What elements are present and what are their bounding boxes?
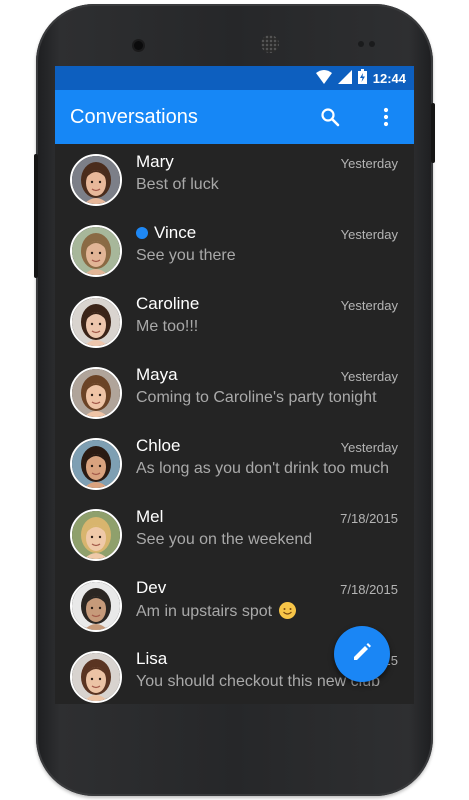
volume-button <box>34 154 38 278</box>
proximity-sensor <box>358 41 364 47</box>
avatar <box>70 296 122 348</box>
light-sensor <box>369 41 375 47</box>
message-date: Yesterday <box>340 440 398 455</box>
status-time: 12:44 <box>372 70 406 86</box>
avatar <box>70 509 122 561</box>
wifi-icon <box>315 69 332 87</box>
message-text: As long as you don't drink too much <box>136 460 389 477</box>
conversation-row[interactable]: Maya Yesterday Coming to Caroline's party … <box>55 357 414 428</box>
avatar <box>70 225 122 277</box>
message-text: See you there <box>136 247 236 264</box>
avatar <box>70 367 122 419</box>
power-button <box>431 103 435 163</box>
message-preview: Best of luck <box>136 176 398 194</box>
conversation-row[interactable]: Caroline Yesterday Me too!!! <box>55 286 414 357</box>
name-line: Vince <box>136 223 196 243</box>
name-line: Caroline <box>136 294 199 314</box>
message-preview: See you there <box>136 247 398 265</box>
name-line: Maya <box>136 365 178 385</box>
contact-name: Lisa <box>136 649 168 668</box>
status-bar: 12:44 <box>55 66 414 90</box>
message-text: Me too!!! <box>136 318 199 335</box>
message-text: Am in upstairs spot <box>136 603 273 620</box>
conversation-row[interactable]: Mel 7/18/2015 See you on the weekend <box>55 499 414 570</box>
message-preview: Coming to Caroline's party tonight <box>136 389 398 407</box>
conversation-row[interactable]: Chloe Yesterday As long as you don't drink… <box>55 428 414 499</box>
contact-name: Dev <box>136 578 167 597</box>
message-preview: Me too!!! <box>136 318 398 336</box>
message-date: Yesterday <box>340 227 398 242</box>
message-text: Coming to Caroline's party tonight <box>136 389 377 406</box>
name-line: Chloe <box>136 436 180 456</box>
message-preview: As long as you don't drink too much <box>136 460 398 478</box>
compose-button[interactable] <box>334 626 390 682</box>
message-text: Best of luck <box>136 176 219 193</box>
earpiece-speaker <box>261 35 279 53</box>
conversation-row[interactable]: Mary Yesterday Best of luck <box>55 144 414 215</box>
conversation-row[interactable]: Vince Yesterday See you there <box>55 215 414 286</box>
message-preview: See you on the weekend <box>136 531 398 549</box>
search-icon[interactable] <box>310 97 350 137</box>
contact-name: Chloe <box>136 436 181 455</box>
contact-name: Mary <box>136 152 174 171</box>
contact-name: Caroline <box>136 294 200 313</box>
message-date: 7/18/2015 <box>340 582 398 597</box>
contact-name: Mel <box>136 507 164 526</box>
battery-charging-icon <box>357 69 367 87</box>
avatar <box>70 580 122 632</box>
signal-icon <box>337 69 352 87</box>
avatar <box>70 438 122 490</box>
app-bar: Conversations <box>55 90 414 144</box>
smiling-face-icon <box>278 602 296 619</box>
more-vertical-icon[interactable] <box>366 97 406 137</box>
message-date: Yesterday <box>340 156 398 171</box>
unread-indicator <box>136 227 148 239</box>
name-line: Dev <box>136 578 166 598</box>
screen: 12:44 Conversations Mary Yesterday Best of… <box>55 66 414 704</box>
name-line: Mel <box>136 507 163 527</box>
avatar <box>70 651 122 703</box>
message-date: Yesterday <box>340 298 398 313</box>
message-date: Yesterday <box>340 369 398 384</box>
avatar <box>70 154 122 206</box>
message-preview: Am in upstairs spot <box>136 602 398 621</box>
pencil-icon <box>351 641 373 668</box>
name-line: Mary <box>136 152 174 172</box>
contact-name: Vince <box>154 223 197 242</box>
message-date: 7/18/2015 <box>340 511 398 526</box>
front-camera <box>134 41 143 50</box>
message-text: See you on the weekend <box>136 531 313 548</box>
contact-name: Maya <box>136 365 178 384</box>
conversation-list: Mary Yesterday Best of luck Vince Yesterday S… <box>55 144 414 704</box>
name-line: Lisa <box>136 649 167 669</box>
page-title: Conversations <box>70 105 198 128</box>
